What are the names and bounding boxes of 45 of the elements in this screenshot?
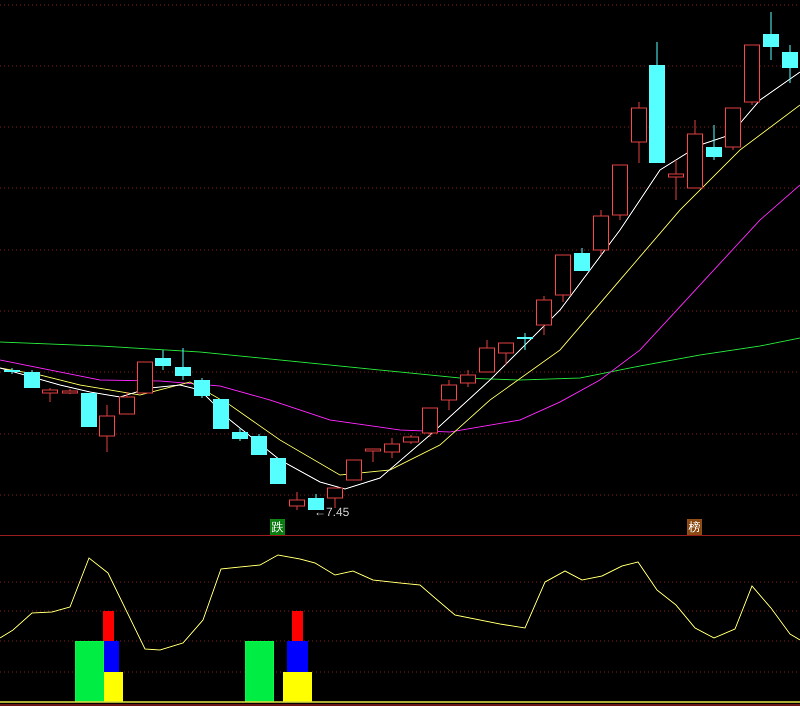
candlestick — [270, 458, 286, 484]
candlestick — [498, 342, 514, 366]
candlestick — [327, 488, 343, 508]
candlestick — [422, 408, 438, 438]
signal-badge: 榜 — [687, 519, 702, 535]
candlestick — [213, 398, 229, 430]
candlestick — [194, 378, 210, 398]
candlestick — [706, 124, 722, 160]
candlestick — [668, 160, 684, 200]
candlestick — [593, 210, 609, 256]
candlestick — [725, 108, 741, 150]
indicator-bar — [245, 641, 274, 702]
candlestick — [763, 12, 779, 60]
indicator-bar — [283, 672, 312, 702]
candlestick — [612, 164, 628, 220]
candlestick — [62, 388, 78, 394]
candlestick — [479, 340, 495, 372]
candlestick — [155, 350, 171, 370]
signal-badge: 跌 — [270, 519, 285, 535]
candlestick — [403, 434, 419, 444]
candlestick — [99, 404, 115, 452]
candlestick — [441, 380, 457, 410]
candlestick — [631, 102, 647, 164]
candlestick — [517, 332, 533, 350]
candlestick — [574, 248, 590, 272]
low-price-label: ←7.45 — [314, 506, 350, 518]
candlestick — [782, 44, 798, 84]
candlestick — [81, 392, 97, 428]
candlestick — [744, 44, 760, 106]
candlestick — [384, 438, 400, 458]
candlestick — [232, 428, 248, 442]
candlestick — [536, 296, 552, 336]
candlestick — [687, 120, 703, 188]
candlestick — [119, 392, 135, 414]
candlestick — [137, 362, 153, 394]
candlestick — [42, 388, 58, 402]
candlestick — [555, 254, 571, 302]
candlestick — [346, 460, 362, 480]
candlestick — [460, 370, 476, 388]
candlestick — [251, 434, 267, 456]
candlestick — [365, 448, 381, 462]
candlestick — [289, 492, 305, 510]
candlestick — [24, 370, 40, 388]
candlestick — [4, 368, 20, 374]
candlestick — [175, 348, 191, 380]
